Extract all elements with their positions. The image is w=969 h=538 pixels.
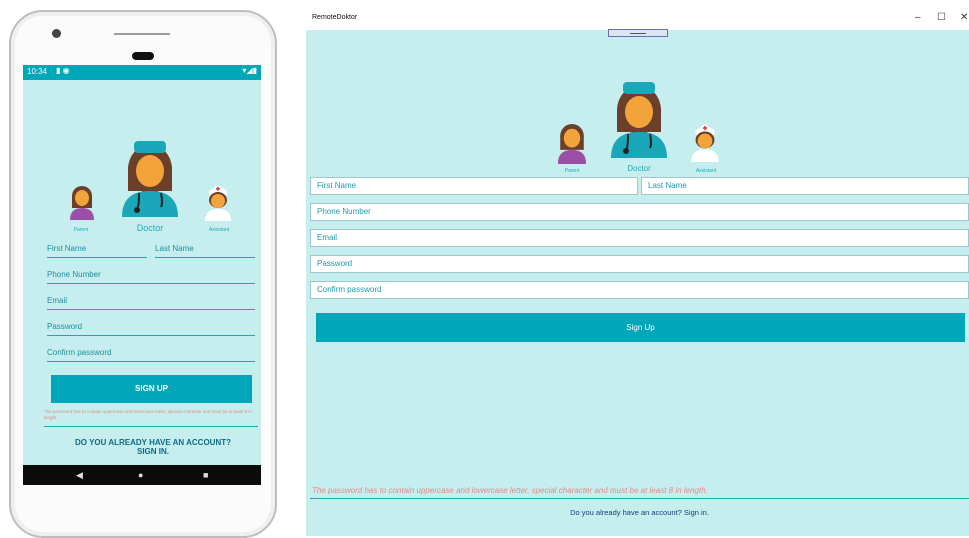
assistant-role-label: Assistant — [208, 227, 230, 233]
first-name-field[interactable]: First Name — [310, 177, 638, 195]
status-time: 10:34 — [27, 67, 48, 76]
parent-avatar-icon[interactable] — [556, 124, 588, 164]
last-name-field[interactable]: Last Name — [155, 243, 255, 258]
android-phone-frame: 10:34 ▮ ◉ ▾◢▮ Parent Doctor Assistant Fi… — [9, 10, 277, 538]
last-name-field[interactable]: Last Name — [641, 177, 969, 195]
home-icon[interactable]: ● — [138, 470, 143, 480]
phone-camera — [52, 29, 61, 38]
sign-up-button[interactable]: Sign Up — [316, 313, 965, 342]
email-field[interactable]: Email — [310, 229, 969, 247]
assistant-avatar-icon[interactable] — [203, 183, 233, 221]
mobile-screen: 10:34 ▮ ◉ ▾◢▮ Parent Doctor Assistant Fi… — [23, 65, 261, 485]
sign-in-link[interactable]: Do you already have an account? Sign in. — [306, 508, 969, 517]
sign-up-button[interactable]: SIGN UP — [51, 375, 252, 403]
password-field[interactable]: Password — [47, 321, 255, 336]
doctor-avatar-icon[interactable] — [121, 137, 179, 217]
doctor-role-label: Doctor — [136, 223, 164, 233]
doctor-avatar-icon[interactable] — [610, 78, 668, 158]
email-field[interactable]: Email — [47, 295, 255, 310]
doctor-role-label: Doctor — [627, 164, 651, 173]
drag-handle[interactable] — [608, 29, 668, 37]
phone-number-field[interactable]: Phone Number — [47, 269, 255, 284]
drag-grip — [630, 33, 646, 34]
minimize-icon[interactable]: – — [915, 12, 921, 23]
phone-top-sensor — [114, 33, 170, 35]
parent-role-label: Parent — [564, 168, 580, 174]
status-notification-icons: ▮ ◉ — [56, 66, 70, 75]
close-icon[interactable]: ✕ — [960, 12, 968, 23]
window-titlebar: RemoteDoktor – ☐ ✕ — [306, 10, 969, 30]
phone-speaker — [132, 52, 154, 60]
phone-number-field[interactable]: Phone Number — [310, 203, 969, 221]
sign-in-label: SIGN IN. — [136, 447, 169, 456]
password-hint: The password has to contain uppercase an… — [44, 409, 252, 420]
hint-divider — [44, 426, 258, 427]
password-field[interactable]: Password — [310, 255, 969, 273]
window-title: RemoteDoktor — [312, 14, 358, 21]
assistant-role-label: Assistant — [695, 168, 717, 174]
status-signal-battery-icons: ▾◢▮ — [242, 66, 257, 75]
android-nav-bar: ◀ ● ■ — [23, 465, 261, 485]
parent-role-label: Parent — [73, 227, 89, 233]
assistant-avatar-icon[interactable] — [689, 122, 721, 162]
status-bar: 10:34 ▮ ◉ ▾◢▮ — [23, 65, 261, 80]
first-name-field[interactable]: First Name — [47, 243, 147, 258]
confirm-password-field[interactable]: Confirm password — [47, 347, 255, 362]
sign-in-link[interactable]: DO YOU ALREADY HAVE AN ACCOUNT? SIGN IN. — [43, 438, 261, 456]
maximize-icon[interactable]: ☐ — [937, 12, 946, 23]
back-icon[interactable]: ◀ — [76, 470, 83, 481]
sign-in-question: DO YOU ALREADY HAVE AN ACCOUNT? — [74, 438, 231, 447]
desktop-window: RemoteDoktor – ☐ ✕ Parent Doctor Assista… — [306, 10, 969, 536]
password-hint: The password has to contain uppercase an… — [312, 486, 708, 495]
recent-apps-icon[interactable]: ■ — [203, 470, 208, 480]
hint-divider — [310, 498, 969, 499]
confirm-password-field[interactable]: Confirm password — [310, 281, 969, 299]
parent-avatar-icon[interactable] — [69, 186, 95, 220]
